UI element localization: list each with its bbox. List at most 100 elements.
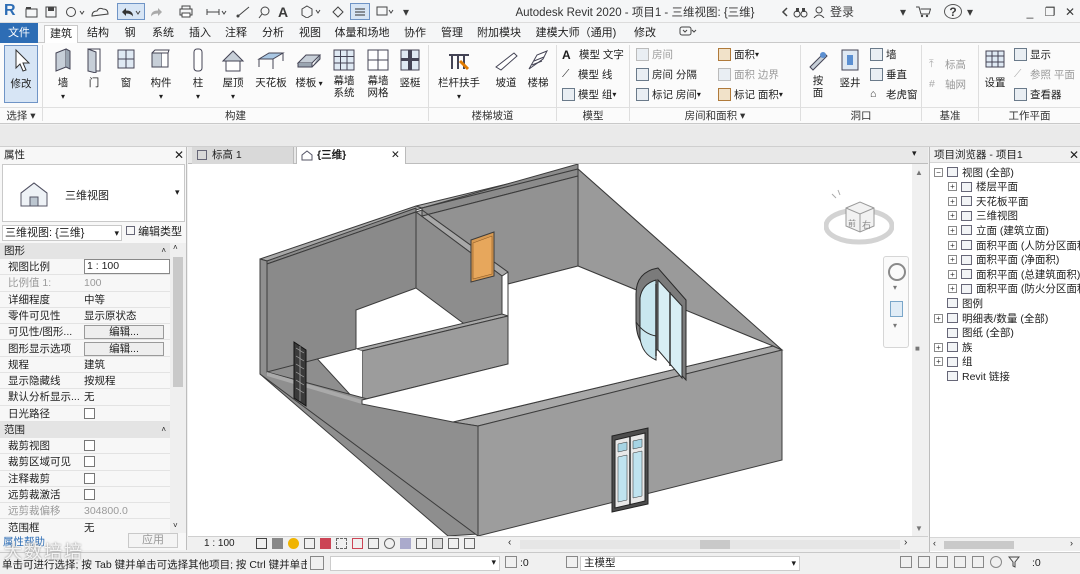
help-dropdown-icon[interactable]: ▾ [965, 3, 975, 20]
workset-dropdown[interactable]: ▾ [330, 556, 500, 571]
browser-tree-item[interactable]: + 明细表/数量 (全部) [934, 311, 1048, 325]
single-door[interactable] [470, 231, 495, 283]
tab-insert[interactable]: 插入 [186, 25, 214, 43]
editable-only-icon[interactable] [505, 556, 517, 568]
browser-hscrollbar[interactable]: ‹ › [930, 537, 1080, 551]
binoculars-icon[interactable] [792, 3, 808, 20]
browser-tree-item[interactable]: − 视图 (全部) [934, 165, 1014, 179]
browser-tree-item[interactable]: + 族 [934, 340, 973, 354]
open-icon[interactable] [24, 3, 38, 20]
render-icon[interactable] [320, 538, 331, 549]
design-option-icon[interactable] [566, 556, 578, 568]
crop-view-icon[interactable] [336, 538, 347, 549]
property-value[interactable]: 按规程 [84, 375, 116, 387]
tag-room-button[interactable]: 标记 房间 ▾ [636, 87, 701, 102]
model-line-button[interactable]: ⟋ 模型 线 [562, 67, 612, 82]
drag-elements-icon[interactable] [972, 556, 984, 568]
model-text-button[interactable]: A 模型 文字 [562, 47, 624, 62]
tree-expander-icon[interactable]: − [934, 167, 943, 177]
property-value[interactable]: 304800.0 [84, 505, 128, 517]
double-door[interactable] [611, 427, 649, 513]
grid-button[interactable]: # 轴网 [929, 77, 966, 92]
model-dropdown[interactable]: 主模型 ▾ [580, 556, 800, 571]
room-button[interactable]: 房间 [636, 47, 673, 62]
tab-level-1[interactable]: 标高 1 [192, 147, 294, 164]
tag-area-button[interactable]: 标记 面积 ▾ [718, 87, 783, 102]
property-checkbox[interactable] [84, 440, 95, 451]
login-dropdown-icon[interactable]: ▾ [898, 3, 908, 20]
browser-tree-item[interactable]: + 面积平面 (防火分区面积) [948, 282, 1080, 296]
property-checkbox[interactable] [84, 488, 95, 500]
property-checkbox[interactable] [84, 472, 95, 484]
restore-button[interactable]: ❐ [1040, 3, 1060, 20]
property-checkbox[interactable] [84, 407, 95, 419]
window-button[interactable]: 窗 [112, 47, 140, 90]
qat-customize-icon[interactable]: ▾ [400, 3, 412, 20]
browser-tree-item[interactable]: + 楼层平面 [948, 180, 1018, 194]
show-workplane-button[interactable]: 显示 [1014, 47, 1051, 62]
tree-expander-icon[interactable]: + [948, 196, 957, 206]
modify-button[interactable]: 修改 [4, 45, 38, 103]
browser-tree-item[interactable]: 图纸 (全部) [934, 326, 1014, 340]
select-by-face-icon[interactable] [954, 556, 966, 568]
building-model[interactable] [188, 164, 927, 536]
component-button[interactable]: 构件 ▾ [144, 47, 178, 102]
select-pinned-icon[interactable] [936, 556, 948, 568]
background-processes-icon[interactable] [990, 556, 1002, 568]
property-value[interactable]: 无 [84, 391, 95, 403]
area-boundary-button[interactable]: 面积 边界 [718, 67, 779, 82]
show-crop-icon[interactable] [352, 538, 363, 549]
property-value[interactable]: 中等 [84, 294, 105, 306]
3d-viewport[interactable]: 右 前 ▾ ▾ ▲ ■ ▼ [188, 164, 927, 536]
area-button[interactable]: 面积 ▾ [718, 47, 759, 62]
tab-annotate[interactable]: 注释 [222, 25, 250, 43]
tab-steel[interactable]: 钢 [120, 25, 140, 43]
tab-collaborate[interactable]: 协作 [401, 25, 429, 43]
property-edit-button[interactable]: 编辑... [84, 341, 164, 356]
filter-icon[interactable] [1007, 556, 1021, 568]
sun-path-icon[interactable] [288, 538, 299, 549]
level-button[interactable]: ⤒ 标高 [929, 57, 966, 72]
property-value[interactable]: 无 [84, 522, 95, 534]
visual-style-icon[interactable] [272, 538, 283, 549]
tree-expander-icon[interactable]: + [948, 269, 957, 279]
highlight-icon[interactable] [432, 538, 443, 549]
viewcube[interactable]: 右 前 [824, 182, 894, 252]
curtain-grid-button[interactable]: 幕墙 网格 [362, 47, 394, 99]
type-selector[interactable]: 三维视图 ▾ [2, 164, 185, 222]
door-button[interactable]: 门 [80, 47, 108, 90]
lock-view-icon[interactable] [368, 538, 379, 549]
viewer-button[interactable]: 查看器 [1014, 87, 1062, 102]
redo-icon[interactable] [149, 3, 173, 20]
property-checkbox[interactable] [84, 456, 95, 468]
tree-expander-icon[interactable]: + [948, 240, 957, 250]
help-icon[interactable]: ? [944, 4, 962, 19]
select-underlay-icon[interactable] [918, 556, 930, 568]
tab-analyze[interactable]: 分析 [259, 25, 287, 43]
properties-scrollbar[interactable]: ˄ ˅ [170, 243, 186, 533]
steering-wheel-dropdown-icon[interactable]: ▾ [893, 283, 897, 292]
ribbon-minimize-icon[interactable] [678, 25, 698, 43]
text-icon[interactable]: A [276, 3, 290, 20]
ramp-button[interactable]: 坡道 [492, 47, 520, 90]
tab-3d-view[interactable]: {三维} ✕ [296, 147, 406, 164]
workset-icon[interactable] [310, 556, 324, 570]
steering-wheel-icon[interactable] [888, 263, 906, 281]
reveal-hidden-icon[interactable] [400, 538, 411, 549]
mullion-button[interactable]: 竖梃 [396, 47, 424, 90]
close-hidden-icon[interactable] [375, 3, 397, 20]
section-icon[interactable] [330, 3, 346, 20]
tab-view[interactable]: 视图 [296, 25, 324, 43]
apply-button[interactable]: 应用 [128, 533, 178, 548]
close-button[interactable]: ✕ [1060, 3, 1080, 20]
browser-close-button[interactable]: ✕ [1069, 148, 1079, 162]
sync-icon[interactable] [64, 3, 86, 20]
shadows-icon[interactable] [304, 538, 315, 549]
tab-architecture[interactable]: 建筑 [44, 25, 78, 44]
browser-tree-item[interactable]: + 面积平面 (净面积) [948, 253, 1059, 267]
detail-level-icon[interactable] [256, 538, 267, 549]
select-panel-title[interactable]: 选择 ▾ [0, 107, 42, 123]
temp-hide-icon[interactable] [384, 538, 395, 549]
properties-close-button[interactable]: ✕ [174, 148, 184, 162]
tab-manage[interactable]: 管理 [438, 25, 466, 43]
